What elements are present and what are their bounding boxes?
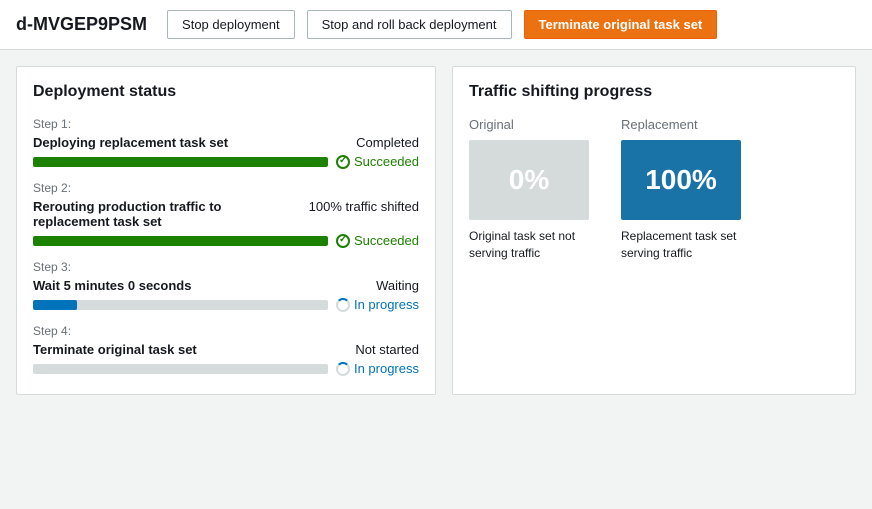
step-2-progress-bar-container <box>33 236 328 246</box>
step-3-progress-row: In progress <box>33 297 419 312</box>
step-2-label: Step 2: <box>33 181 419 195</box>
step-3: Step 3: Wait 5 minutes 0 seconds Waiting In… <box>33 260 419 312</box>
deployment-status-title: Deployment status <box>33 83 419 101</box>
original-description: Original task set not serving traffic <box>469 228 589 262</box>
step-3-badge: In progress <box>336 297 419 312</box>
step-1-progress-row: Succeeded <box>33 154 419 169</box>
deployment-status-panel: Deployment status Step 1: Deploying repla… <box>16 66 436 395</box>
step-3-progress-bar-fill <box>33 300 77 310</box>
step-3-name: Wait 5 minutes 0 seconds <box>33 278 191 293</box>
step-2-status-text: 100% traffic shifted <box>309 199 419 214</box>
step-1: Step 1: Deploying replacement task set Com… <box>33 117 419 169</box>
step-4-row: Terminate original task set Not started <box>33 342 419 357</box>
step-2-name: Rerouting production traffic to replacem… <box>33 199 233 229</box>
replacement-traffic-col: Replacement 100% Replacement task set se… <box>621 117 741 262</box>
original-percent: 0% <box>509 164 549 196</box>
spinner-icon <box>336 298 350 312</box>
header: d-MVGEP9PSM Stop deployment Stop and rol… <box>0 0 872 50</box>
check-icon <box>336 234 350 248</box>
step-4-progress-row: In progress <box>33 361 419 376</box>
replacement-description: Replacement task set serving traffic <box>621 228 741 262</box>
step-3-progress-bar-container <box>33 300 328 310</box>
steps-container: Step 1: Deploying replacement task set Com… <box>33 117 419 376</box>
step-1-badge: Succeeded <box>336 154 419 169</box>
step-3-badge-text: In progress <box>354 297 419 312</box>
step-4-status-text: Not started <box>355 342 419 357</box>
step-1-progress-bar-fill <box>33 157 328 167</box>
step-4-name: Terminate original task set <box>33 342 197 357</box>
traffic-shifting-panel: Traffic shifting progress Original 0% Or… <box>452 66 856 395</box>
step-3-label: Step 3: <box>33 260 419 274</box>
replacement-traffic-box: 100% <box>621 140 741 220</box>
check-icon <box>336 155 350 169</box>
step-4-progress-bar-container <box>33 364 328 374</box>
stop-deployment-button[interactable]: Stop deployment <box>167 10 295 39</box>
step-4-label: Step 4: <box>33 324 419 338</box>
step-2-progress-bar-fill <box>33 236 328 246</box>
original-label: Original <box>469 117 514 132</box>
step-1-badge-text: Succeeded <box>354 154 419 169</box>
step-1-label: Step 1: <box>33 117 419 131</box>
traffic-columns: Original 0% Original task set not servin… <box>469 117 839 262</box>
page-title: d-MVGEP9PSM <box>16 14 147 35</box>
traffic-shifting-title: Traffic shifting progress <box>469 83 839 101</box>
original-traffic-box: 0% <box>469 140 589 220</box>
replacement-label: Replacement <box>621 117 698 132</box>
step-1-progress-bar-container <box>33 157 328 167</box>
step-2-row: Rerouting production traffic to replacem… <box>33 199 419 229</box>
replacement-percent: 100% <box>645 164 717 196</box>
main-content: Deployment status Step 1: Deploying repla… <box>0 50 872 411</box>
spinner-icon <box>336 362 350 376</box>
step-1-status-text: Completed <box>356 135 419 150</box>
original-traffic-col: Original 0% Original task set not servin… <box>469 117 589 262</box>
step-1-row: Deploying replacement task set Completed <box>33 135 419 150</box>
terminate-button[interactable]: Terminate original task set <box>524 10 718 39</box>
step-4-badge: In progress <box>336 361 419 376</box>
step-2-badge: Succeeded <box>336 233 419 248</box>
step-4: Step 4: Terminate original task set Not st… <box>33 324 419 376</box>
step-2: Step 2: Rerouting production traffic to r… <box>33 181 419 248</box>
step-3-status-text: Waiting <box>376 278 419 293</box>
step-3-row: Wait 5 minutes 0 seconds Waiting <box>33 278 419 293</box>
step-2-progress-row: Succeeded <box>33 233 419 248</box>
step-1-name: Deploying replacement task set <box>33 135 228 150</box>
step-2-badge-text: Succeeded <box>354 233 419 248</box>
step-4-badge-text: In progress <box>354 361 419 376</box>
stop-rollback-button[interactable]: Stop and roll back deployment <box>307 10 512 39</box>
